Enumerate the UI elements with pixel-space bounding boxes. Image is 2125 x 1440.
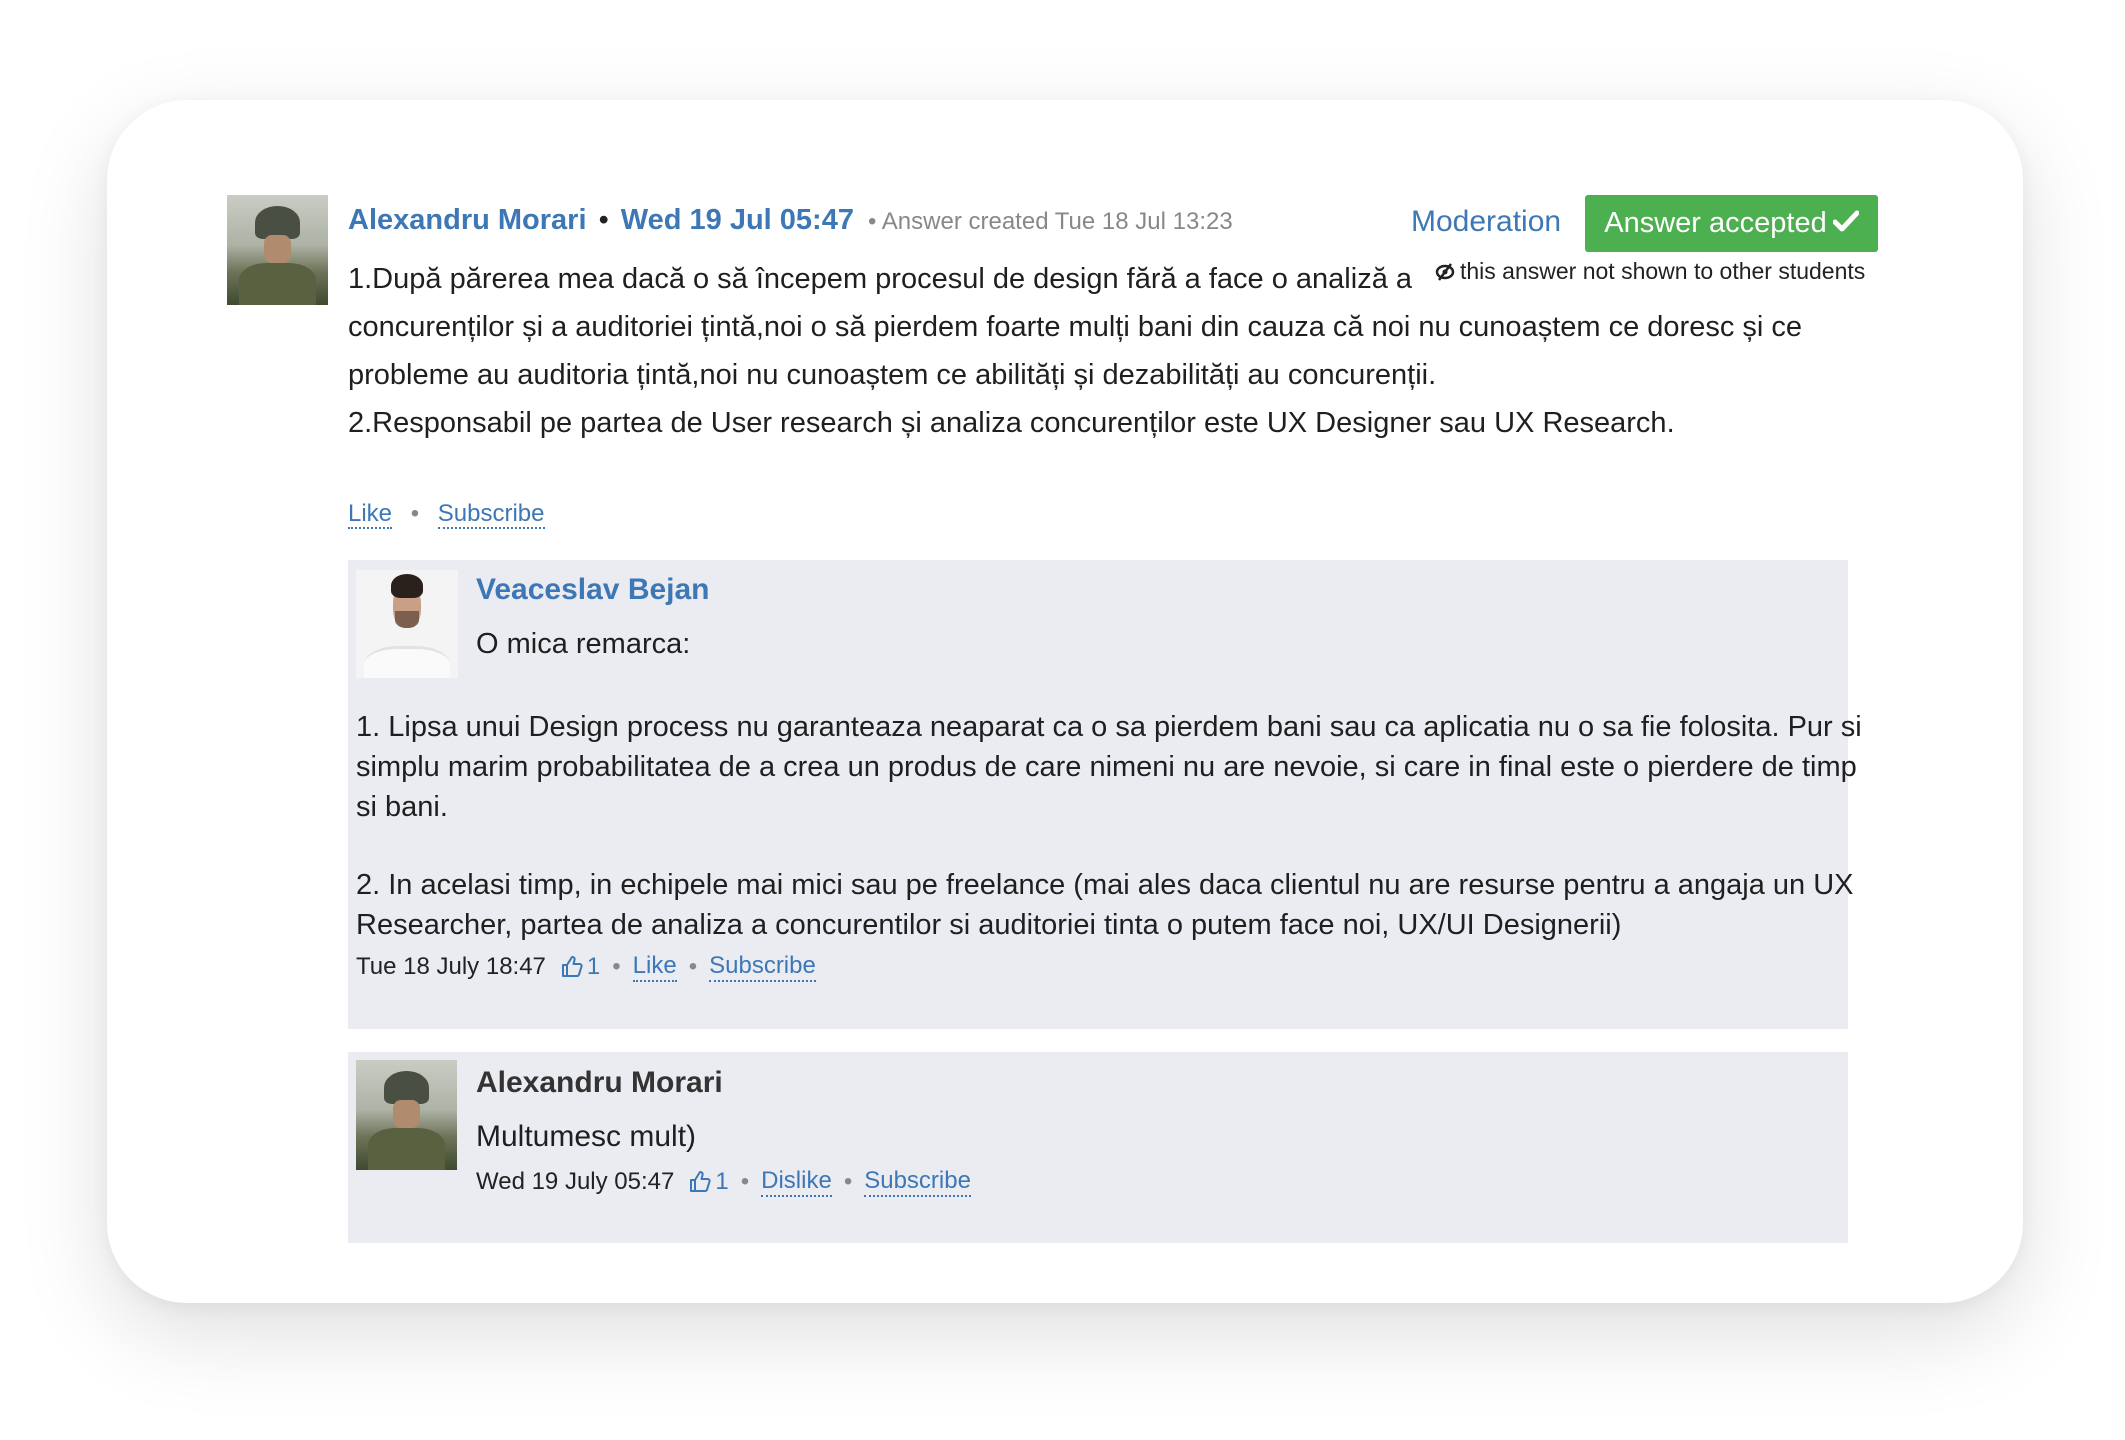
answer-text-line-1: 1.După părerea mea dacă o să începem pro…	[348, 263, 1413, 295]
reply1-like-link[interactable]: Like	[632, 952, 677, 982]
thumbs-up-icon[interactable]	[688, 1170, 712, 1194]
hidden-note: this answer not shown to other students	[1434, 258, 1865, 285]
answer-text-line-4: 2.Responsabil pe partea de User research…	[348, 407, 1675, 439]
reply2-like-count: 1	[715, 1168, 729, 1195]
answer-subscribe-link[interactable]: Subscribe	[437, 500, 545, 529]
reply1-p2-line1: 2. In acelasi timp, in echipele mai mici…	[356, 869, 1854, 901]
author-avatar[interactable]	[227, 195, 328, 305]
reply1-p1-line1: 1. Lipsa unui Design process nu garantea…	[356, 711, 1862, 743]
answer-date-link[interactable]: Wed 19 Jul 05:47	[621, 204, 854, 236]
reply2-subscribe-link[interactable]: Subscribe	[864, 1167, 971, 1197]
answer-header: Alexandru Morari • Wed 19 Jul 05:47 • An…	[348, 202, 1233, 240]
reply1-date: Tue 18 July 18:47	[356, 953, 546, 980]
reply1-paragraph-2: 2. In acelasi timp, in echipele mai mici…	[356, 865, 1854, 945]
reply1-meta-dot-2: •	[688, 953, 698, 980]
reply1-avatar[interactable]	[356, 570, 458, 678]
reply2-avatar[interactable]	[356, 1060, 457, 1170]
reply1-meta: Tue 18 July 18:47 1 • Like • Subscribe	[356, 952, 816, 982]
reply2-text: Multumesc mult)	[476, 1120, 697, 1153]
header-separator: •	[598, 204, 609, 236]
thumbs-up-icon[interactable]	[560, 955, 584, 979]
reply2-meta-dot-1: •	[740, 1168, 750, 1195]
reply2-dislike-link[interactable]: Dislike	[761, 1167, 832, 1197]
reply1-intro: O mica remarca:	[476, 628, 691, 660]
answer-text-line-3: probleme au auditoria țintă,noi nu cunoa…	[348, 359, 1437, 391]
moderation-link[interactable]: Moderation	[1411, 205, 1561, 239]
answer-text-line-2: concurenților și a auditoriei țintă,noi …	[348, 311, 1803, 343]
reply1-like-count: 1	[586, 953, 601, 980]
answer-created-meta: • Answer created Tue 18 Jul 13:23	[868, 208, 1233, 235]
answer-actions: Like • Subscribe	[348, 500, 545, 529]
reply1-p2-line2: Researcher, partea de analiza a concuren…	[356, 909, 1622, 941]
reply2-meta: Wed 19 July 05:47 1 • Dislike • Subscrib…	[476, 1167, 971, 1197]
reply1-subscribe-link[interactable]: Subscribe	[709, 952, 816, 982]
answer-actions-dot: •	[410, 500, 420, 527]
reply1-paragraph-1: 1. Lipsa unui Design process nu garantea…	[356, 707, 1862, 827]
answer-author-link[interactable]: Alexandru Morari	[348, 204, 587, 236]
reply1-author-link[interactable]: Veaceslav Bejan	[476, 573, 710, 607]
reply1-p1-line3: si bani.	[356, 791, 448, 823]
answer-accepted-button[interactable]: Answer accepted	[1585, 195, 1878, 252]
reply2-meta-dot-2: •	[843, 1168, 853, 1195]
check-icon	[1832, 207, 1860, 240]
reply2-author-link[interactable]: Alexandru Morari	[476, 1066, 723, 1100]
eye-slash-icon	[1434, 262, 1456, 282]
hidden-note-text: this answer not shown to other students	[1460, 258, 1866, 284]
reply1-meta-dot-1: •	[612, 953, 621, 980]
reply2-date: Wed 19 July 05:47	[476, 1168, 675, 1195]
answer-accepted-label: Answer accepted	[1604, 207, 1827, 239]
answer-like-link[interactable]: Like	[348, 500, 393, 529]
reply1-p1-line2: simplu marim probabilitatea de a crea un…	[356, 751, 1857, 783]
